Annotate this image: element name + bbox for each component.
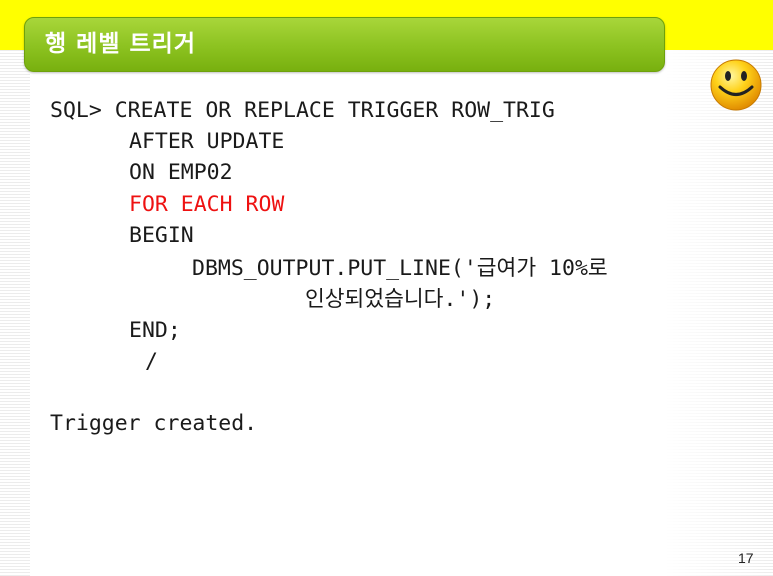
code-line: BEGIN — [129, 223, 194, 248]
code-line: 인상되었습니다.'); — [305, 287, 496, 312]
slide-title: 행 레벨 트리거 — [45, 31, 196, 57]
code-line: ON EMP02 — [129, 160, 233, 185]
page-number: 17 — [738, 550, 754, 566]
code-line: DBMS_OUTPUT.PUT_LINE('급여가 10%로 — [192, 256, 608, 281]
code-line: END; — [129, 318, 181, 343]
title-bar: 행 레벨 트리거 — [24, 17, 665, 72]
result-message: Trigger created. — [50, 411, 258, 436]
code-line-highlight: FOR EACH ROW — [129, 192, 285, 217]
code-line: SQL> CREATE OR REPLACE TRIGGER ROW_TRIG — [50, 98, 555, 123]
smiley-face-icon — [710, 59, 762, 111]
code-line: AFTER UPDATE — [129, 129, 285, 154]
left-stripe-decoration — [0, 50, 30, 576]
right-fade-decoration — [665, 50, 773, 576]
code-line: / — [145, 349, 158, 374]
